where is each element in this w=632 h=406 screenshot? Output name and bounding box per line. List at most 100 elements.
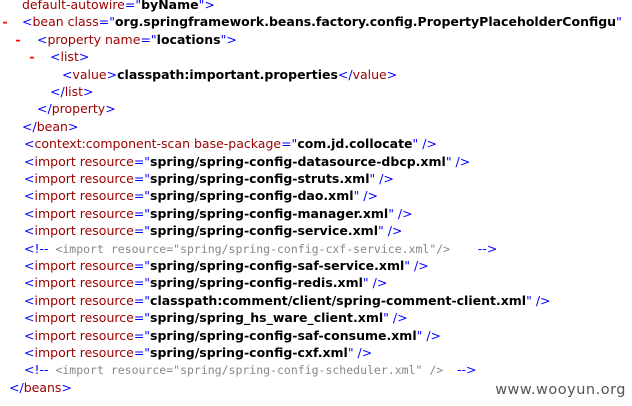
tag-name: bean — [32, 14, 64, 30]
attr-value: spring/spring-config-service.xml — [150, 223, 378, 239]
watermark: www.wooyun.org — [495, 382, 626, 398]
attr-name: resource — [75, 292, 134, 308]
tag-name: list — [64, 84, 84, 99]
attr-value: spring/spring-config-datasource-dbcp.xml — [150, 153, 446, 169]
xml-line-content: <!-- <import resource="spring/spring-con… — [24, 362, 477, 378]
attr-value: spring/spring-config-cxf.xml — [150, 345, 348, 360]
attr-name: default-autowire — [22, 0, 125, 12]
tag-name: import — [34, 223, 76, 239]
attr-value: classpath:comment/client/spring-comment-… — [150, 292, 527, 308]
tag-name: value — [72, 66, 107, 82]
attr-value: locations — [156, 31, 221, 47]
tag-name: import — [34, 205, 76, 221]
xml-line-content: </bean> — [22, 118, 79, 134]
attr-value: byName — [141, 0, 199, 12]
attr-value: spring/spring-config-struts.xml — [150, 171, 370, 186]
xml-line: - <list> — [0, 48, 632, 65]
xml-line-content: <import resource="spring/spring-config-s… — [24, 223, 403, 239]
xml-line-content: <property name="locations"> — [37, 31, 237, 47]
comment-text: <import resource="spring/spring-config-c… — [48, 241, 451, 256]
tag-name: import — [34, 258, 76, 273]
xml-line-content: <list> — [50, 49, 90, 65]
xml-line: <value>classpath:important.properties</v… — [0, 66, 632, 83]
tag-name: import — [34, 275, 76, 291]
xml-line-content: <value>classpath:important.properties</v… — [62, 66, 398, 82]
xml-line-content: <import resource="classpath:comment/clie… — [24, 292, 551, 308]
xml-line: - <property name="locations"> — [0, 31, 632, 48]
attr-value: org.springframework.beans.factory.config… — [114, 14, 617, 30]
tag-name: import — [34, 310, 76, 326]
xml-line: <import resource="spring/spring-config-s… — [0, 327, 632, 344]
xml-line-content: </beans> — [9, 379, 72, 395]
attr-name: resource — [75, 205, 134, 221]
tag-name: import — [34, 292, 76, 308]
collapse-toggle-icon[interactable]: - — [13, 31, 23, 48]
attr-name: resource — [75, 258, 134, 273]
attr-name: base-package — [190, 136, 282, 152]
xml-line: <import resource="spring/spring-config-d… — [0, 187, 632, 204]
xml-line: </property> — [0, 100, 632, 117]
xml-line-content: <import resource="spring/spring-config-c… — [24, 345, 373, 360]
xml-line-content: <import resource="spring/spring-config-s… — [24, 327, 442, 343]
xml-line-content: <import resource="spring/spring-config-d… — [24, 188, 378, 204]
attr-name: resource — [75, 188, 134, 204]
xml-line-content: default-autowire="byName"> — [22, 0, 215, 13]
xml-line: <import resource="spring/spring-config-c… — [0, 344, 632, 361]
xml-line: <import resource="spring/spring-config-d… — [0, 153, 632, 170]
tag-name: property — [51, 101, 106, 117]
tag-name: import — [34, 171, 76, 186]
xml-line-content: <import resource="spring/spring-config-m… — [24, 205, 413, 221]
tag-name: value — [352, 66, 387, 82]
attr-name: resource — [75, 223, 134, 239]
comment-text: <import resource="spring/spring-config-s… — [48, 363, 444, 378]
xml-line-content: </list> — [50, 84, 94, 99]
attr-name: resource — [75, 345, 134, 360]
collapse-toggle-icon[interactable]: - — [27, 48, 37, 65]
xml-line-content: <import resource="spring/spring-config-d… — [24, 153, 471, 169]
attr-value: com.jd.collocate — [297, 136, 413, 152]
attr-value: spring/spring-config-dao.xml — [150, 188, 354, 204]
xml-line: </list> — [0, 83, 632, 100]
xml-line: default-autowire="byName"> — [0, 0, 632, 13]
xml-line-content: <import resource="spring/spring-config-s… — [24, 258, 429, 273]
xml-line: <!-- <import resource="spring/spring-con… — [0, 361, 632, 378]
element-text: classpath:important.properties — [117, 66, 338, 82]
xml-line: <context:component-scan base-package="co… — [0, 135, 632, 152]
attr-value: spring/spring-config-manager.xml — [150, 205, 389, 221]
tag-name: context:component-scan — [34, 136, 191, 152]
collapse-toggle-icon[interactable]: - — [0, 13, 10, 30]
xml-line-content: <import resource="spring/spring-config-r… — [24, 275, 388, 291]
xml-line: <import resource="spring/spring-config-s… — [0, 257, 632, 274]
xml-line-content: <context:component-scan base-package="co… — [24, 136, 437, 152]
attr-value: spring/spring-config-saf-consume.xml — [150, 327, 417, 343]
xml-line-content: <import resource="spring/spring-config-s… — [24, 171, 394, 186]
xml-line-content: <import resource="spring/spring_hs_ware_… — [24, 310, 408, 326]
tag-name: import — [34, 345, 76, 360]
tag-name: bean — [36, 118, 68, 134]
attr-name: resource — [75, 153, 134, 169]
attr-value: spring/spring-config-saf-service.xml — [150, 258, 405, 273]
tag-name: import — [34, 327, 76, 343]
attr-name: resource — [75, 171, 134, 186]
attr-value: spring/spring-config-redis.xml — [150, 275, 363, 291]
xml-line: <import resource="classpath:comment/clie… — [0, 292, 632, 309]
xml-line-content: </property> — [37, 101, 116, 117]
attr-name: name — [101, 31, 141, 47]
tag-name: property — [47, 31, 101, 47]
attr-value: spring/spring_hs_ware_client.xml — [150, 310, 384, 326]
xml-line-content: <bean class="org.springframework.beans.f… — [22, 14, 622, 30]
xml-line: <import resource="spring/spring-config-s… — [0, 222, 632, 239]
tag-name: import — [34, 153, 76, 169]
xml-line: <import resource="spring/spring_hs_ware_… — [0, 309, 632, 326]
attr-name: class — [63, 14, 99, 30]
attr-name: resource — [75, 275, 134, 291]
attr-name: resource — [75, 310, 134, 326]
xml-line: </bean> — [0, 118, 632, 135]
tag-name: import — [34, 188, 76, 204]
xml-line: - <bean class="org.springframework.beans.… — [0, 13, 632, 30]
tag-name: list — [60, 49, 79, 65]
xml-line: <import resource="spring/spring-config-r… — [0, 274, 632, 291]
xml-line-content: <!-- <import resource="spring/spring-con… — [24, 240, 498, 256]
xml-viewer: default-autowire="byName"> - <bean class="… — [0, 0, 632, 406]
tag-name: beans — [23, 379, 62, 395]
